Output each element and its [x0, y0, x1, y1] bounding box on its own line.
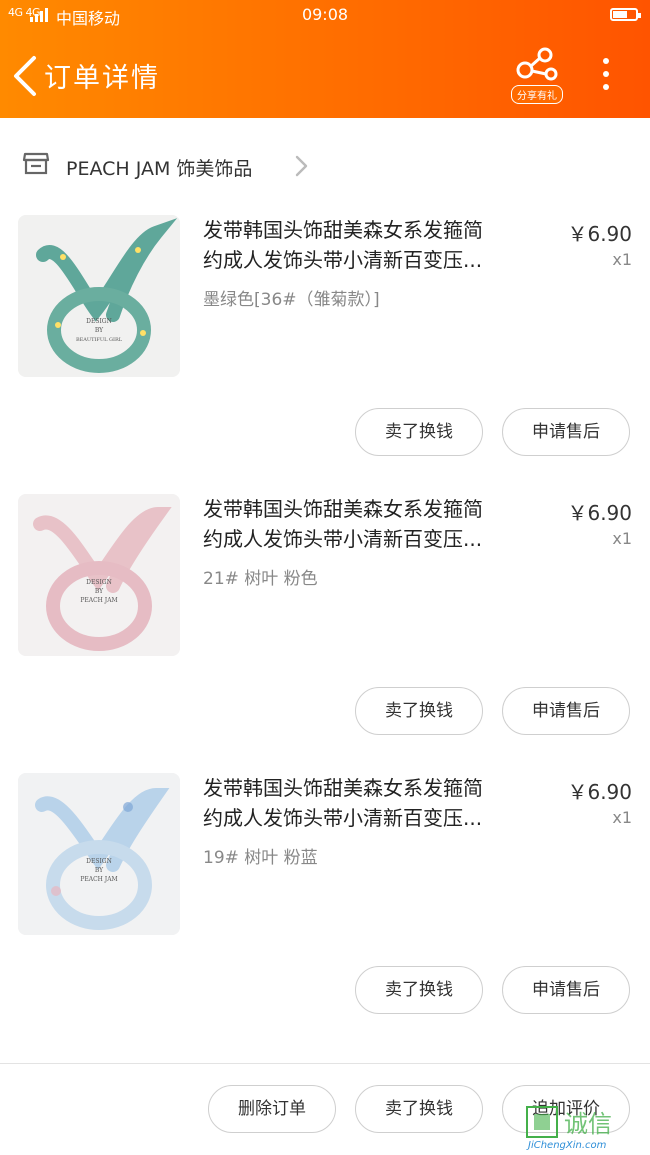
sell-button[interactable]: 卖了换钱 — [355, 966, 483, 1014]
watermark-url: JiChengXin.com — [528, 1140, 607, 1151]
svg-text:BY: BY — [95, 588, 104, 595]
product-price: ￥6.90 — [567, 222, 632, 246]
product-qty: x1 — [612, 529, 632, 548]
shop-row[interactable]: PEACH JAM 饰美饰品 — [0, 118, 650, 206]
product-title[interactable]: 发带韩国头饰甜美森女系发箍简 约成人发饰头带小清新百变压... — [203, 773, 538, 833]
delete-order-button[interactable]: 删除订单 — [208, 1085, 336, 1133]
svg-text:PEACH JAM: PEACH JAM — [80, 597, 117, 604]
watermark-logo-icon — [526, 1106, 558, 1138]
product-qty: x1 — [612, 250, 632, 269]
more-vertical-icon — [598, 58, 614, 90]
product-variant: 19# 树叶 粉蓝 — [203, 848, 318, 868]
svg-text:DESIGN: DESIGN — [86, 318, 112, 325]
title-bar: 订单详情 分享有礼 — [0, 40, 650, 110]
shop-name: PEACH JAM 饰美饰品 — [66, 158, 253, 180]
order-item: DESIGN BY BEAUTIFUL GIRL 发带韩国头饰甜美森女系发箍简 … — [0, 215, 650, 494]
after-sales-button[interactable]: 申请售后 — [502, 966, 630, 1014]
sell-button[interactable]: 卖了换钱 — [355, 687, 483, 735]
watermark: 诚信 JiChengXin.com — [526, 1102, 642, 1152]
sell-order-button[interactable]: 卖了换钱 — [355, 1085, 483, 1133]
svg-text:DESIGN: DESIGN — [86, 858, 112, 865]
after-sales-button[interactable]: 申请售后 — [502, 408, 630, 456]
clock: 09:08 — [301, 5, 349, 24]
store-icon — [22, 152, 50, 175]
product-variant: 21# 树叶 粉色 — [203, 569, 318, 589]
product-price: ￥6.90 — [567, 780, 632, 804]
svg-text:BEAUTIFUL GIRL: BEAUTIFUL GIRL — [76, 337, 123, 343]
product-title[interactable]: 发带韩国头饰甜美森女系发箍简 约成人发饰头带小清新百变压... — [203, 215, 538, 275]
watermark-text: 诚信 — [564, 1110, 612, 1138]
product-price: ￥6.90 — [567, 501, 632, 525]
app-header: 4G 4G 中国移动 09:08 订单详情 分享有礼 — [0, 0, 650, 118]
product-image[interactable]: DESIGN BY PEACH JAM — [18, 773, 180, 935]
after-sales-button[interactable]: 申请售后 — [502, 687, 630, 735]
status-bar: 4G 4G 中国移动 09:08 — [0, 0, 650, 32]
share-badge: 分享有礼 — [511, 85, 563, 104]
svg-text:PEACH JAM: PEACH JAM — [80, 876, 117, 883]
battery-icon — [610, 8, 641, 21]
more-button[interactable] — [598, 58, 614, 94]
share-button[interactable]: 分享有礼 — [508, 46, 566, 106]
share-icon — [516, 47, 558, 81]
svg-text:BY: BY — [95, 327, 104, 334]
svg-text:BY: BY — [95, 867, 104, 874]
product-image[interactable]: DESIGN BY BEAUTIFUL GIRL — [18, 215, 180, 377]
order-item: DESIGN BY PEACH JAM 发带韩国头饰甜美森女系发箍简 约成人发饰… — [0, 773, 650, 1052]
page-title: 订单详情 — [44, 63, 160, 94]
product-image[interactable]: DESIGN BY PEACH JAM — [18, 494, 180, 656]
order-item: DESIGN BY PEACH JAM 发带韩国头饰甜美森女系发箍简 约成人发饰… — [0, 494, 650, 773]
product-variant: 墨绿色[36#（雏菊款）] — [203, 290, 380, 310]
svg-text:DESIGN: DESIGN — [86, 579, 112, 586]
sell-button[interactable]: 卖了换钱 — [355, 408, 483, 456]
chevron-right-icon — [295, 155, 308, 177]
product-title[interactable]: 发带韩国头饰甜美森女系发箍简 约成人发饰头带小清新百变压... — [203, 494, 538, 554]
bottom-divider — [0, 1063, 650, 1064]
product-qty: x1 — [612, 808, 632, 827]
back-button[interactable] — [10, 54, 42, 98]
chevron-left-icon — [14, 56, 36, 96]
